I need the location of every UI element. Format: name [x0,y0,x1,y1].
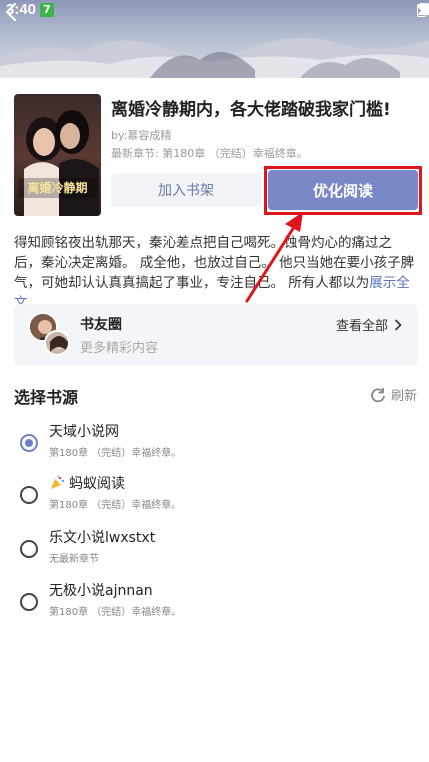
source-name: 天域小说网 [49,421,119,441]
optimize-reading-button[interactable]: 优化阅读 [268,170,418,210]
svg-text:?: ? [419,7,423,16]
source-name: 蚂蚁阅读 [49,473,125,493]
header-banner: 3:40 7 ? [0,0,429,78]
book-title: 离婚冷静期内，各大佬踏破我家门槛! [111,100,391,120]
book-cover-image[interactable]: 离婚冷静期 [14,94,101,216]
source-item[interactable]: 天域小说网 第180章 （完结）幸福终章。 [0,419,429,471]
friends-circle-card[interactable]: 书友圈 更多精彩内容 查看全部 [14,304,418,366]
battery-icon: ? [417,3,426,17]
refresh-label: 刷新 [390,389,417,404]
source-name: 无极小说ajnnan [49,580,153,600]
cover-title-text: 离婚冷静期 [27,180,87,195]
source-chapter: 第180章 （完结）幸福终章。 [49,500,182,511]
refresh-button[interactable]: 刷新 [370,385,417,404]
source-item[interactable]: 无极小说ajnnan 第180章 （完结）幸福终章。 [0,578,429,630]
back-arrow-icon[interactable] [0,0,24,24]
source-name: 乐文小说lwxstxt [49,527,155,547]
source-item[interactable]: 蚂蚁阅读 第180章 （完结）幸福终章。 [0,471,429,523]
source-name-text: 无极小说ajnnan [49,583,153,599]
latest-chapter: 最新章节: 第180章 （完结）幸福终章。 [111,147,308,160]
book-author[interactable]: by:慕容成精 [111,127,171,143]
view-all-label: 查看全部 [335,319,388,334]
source-chapter: 无最新章节 [49,554,99,565]
source-name-text: 天域小说网 [49,424,119,440]
book-description: 得知顾铭夜出轨那天，秦沁差点把自己喝死。蚀骨灼心的痛过之后，秦沁决定离婚。 成全… [14,233,418,313]
status-bar: 3:40 7 ? [0,0,429,22]
chevron-right-icon [394,318,402,331]
description-text: 得知顾铭夜出轨那天，秦沁差点把自己喝死。蚀骨灼心的痛过之后，秦沁决定离婚。 成全… [14,235,415,291]
friends-circle-title: 书友圈 [80,317,122,333]
add-to-shelf-button[interactable]: 加入书架 [111,173,261,207]
source-chapter: 第180章 （完结）幸福终章。 [49,448,182,459]
radio-unselected[interactable] [20,593,38,611]
app-notification-icon: 7 [40,3,54,17]
refresh-icon [371,387,385,402]
avatar [44,330,70,356]
view-all-button[interactable]: 查看全部 [336,315,402,334]
source-chapter: 第180章 （完结）幸福终章。 [49,607,182,618]
friends-circle-subtitle: 更多精彩内容 [80,341,159,356]
source-item[interactable]: 乐文小说lwxstxt 无最新章节 [0,525,429,577]
radio-selected[interactable] [20,434,38,452]
source-section-title: 选择书源 [14,388,79,407]
source-name-text: 蚂蚁阅读 [69,476,125,492]
source-name-text: 乐文小说lwxstxt [49,530,156,546]
party-popper-icon [51,475,65,489]
radio-unselected[interactable] [20,540,38,558]
radio-unselected[interactable] [20,486,38,504]
